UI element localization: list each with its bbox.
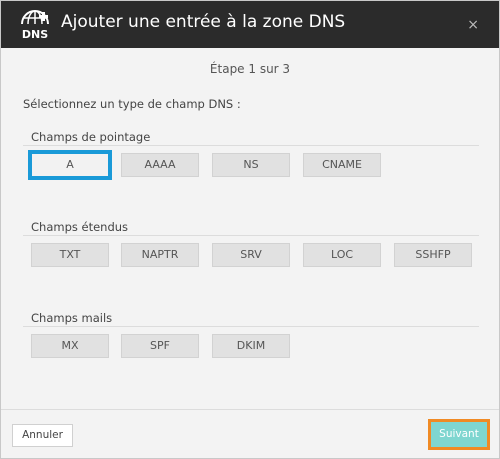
section-title: Champs mails (23, 309, 479, 327)
next-button[interactable]: Suivant (431, 422, 487, 447)
type-button-txt[interactable]: TXT (31, 243, 109, 267)
section-etendus: Champs étendus TXT NAPTR SRV LOC SSHFP (23, 218, 479, 283)
step-indicator: Étape 1 sur 3 (209, 62, 291, 76)
dialog-title: Ajouter une entrée à la zone DNS (61, 12, 346, 32)
type-button-a[interactable]: A (28, 150, 112, 180)
section-title: Champs de pointage (23, 128, 479, 146)
dns-logo-icon: DNS (21, 10, 49, 41)
logo-text: DNS (22, 28, 48, 41)
type-button-spf[interactable]: SPF (121, 334, 199, 358)
dns-entry-dialog: DNS Ajouter une entrée à la zone DNS × É… (0, 0, 500, 459)
section-pointage: Champs de pointage A AAAA NS CNAME (23, 128, 479, 193)
dialog-header: DNS Ajouter une entrée à la zone DNS × (1, 1, 499, 48)
close-icon[interactable]: × (467, 18, 479, 32)
type-button-ns[interactable]: NS (212, 153, 290, 177)
type-button-sshfp[interactable]: SSHFP (394, 243, 472, 267)
type-button-cname[interactable]: CNAME (303, 153, 381, 177)
dialog-footer: Annuler Suivant (1, 409, 499, 458)
type-button-aaaa[interactable]: AAAA (121, 153, 199, 177)
section-mails: Champs mails MX SPF DKIM (23, 309, 479, 374)
type-button-loc[interactable]: LOC (303, 243, 381, 267)
type-prompt: Sélectionnez un type de champ DNS : (23, 97, 241, 111)
type-button-naptr[interactable]: NAPTR (121, 243, 199, 267)
type-button-mx[interactable]: MX (31, 334, 109, 358)
cancel-button[interactable]: Annuler (12, 424, 73, 447)
type-button-srv[interactable]: SRV (212, 243, 290, 267)
section-title: Champs étendus (23, 218, 479, 236)
next-button-highlight: Suivant (428, 419, 490, 450)
type-button-dkim[interactable]: DKIM (212, 334, 290, 358)
